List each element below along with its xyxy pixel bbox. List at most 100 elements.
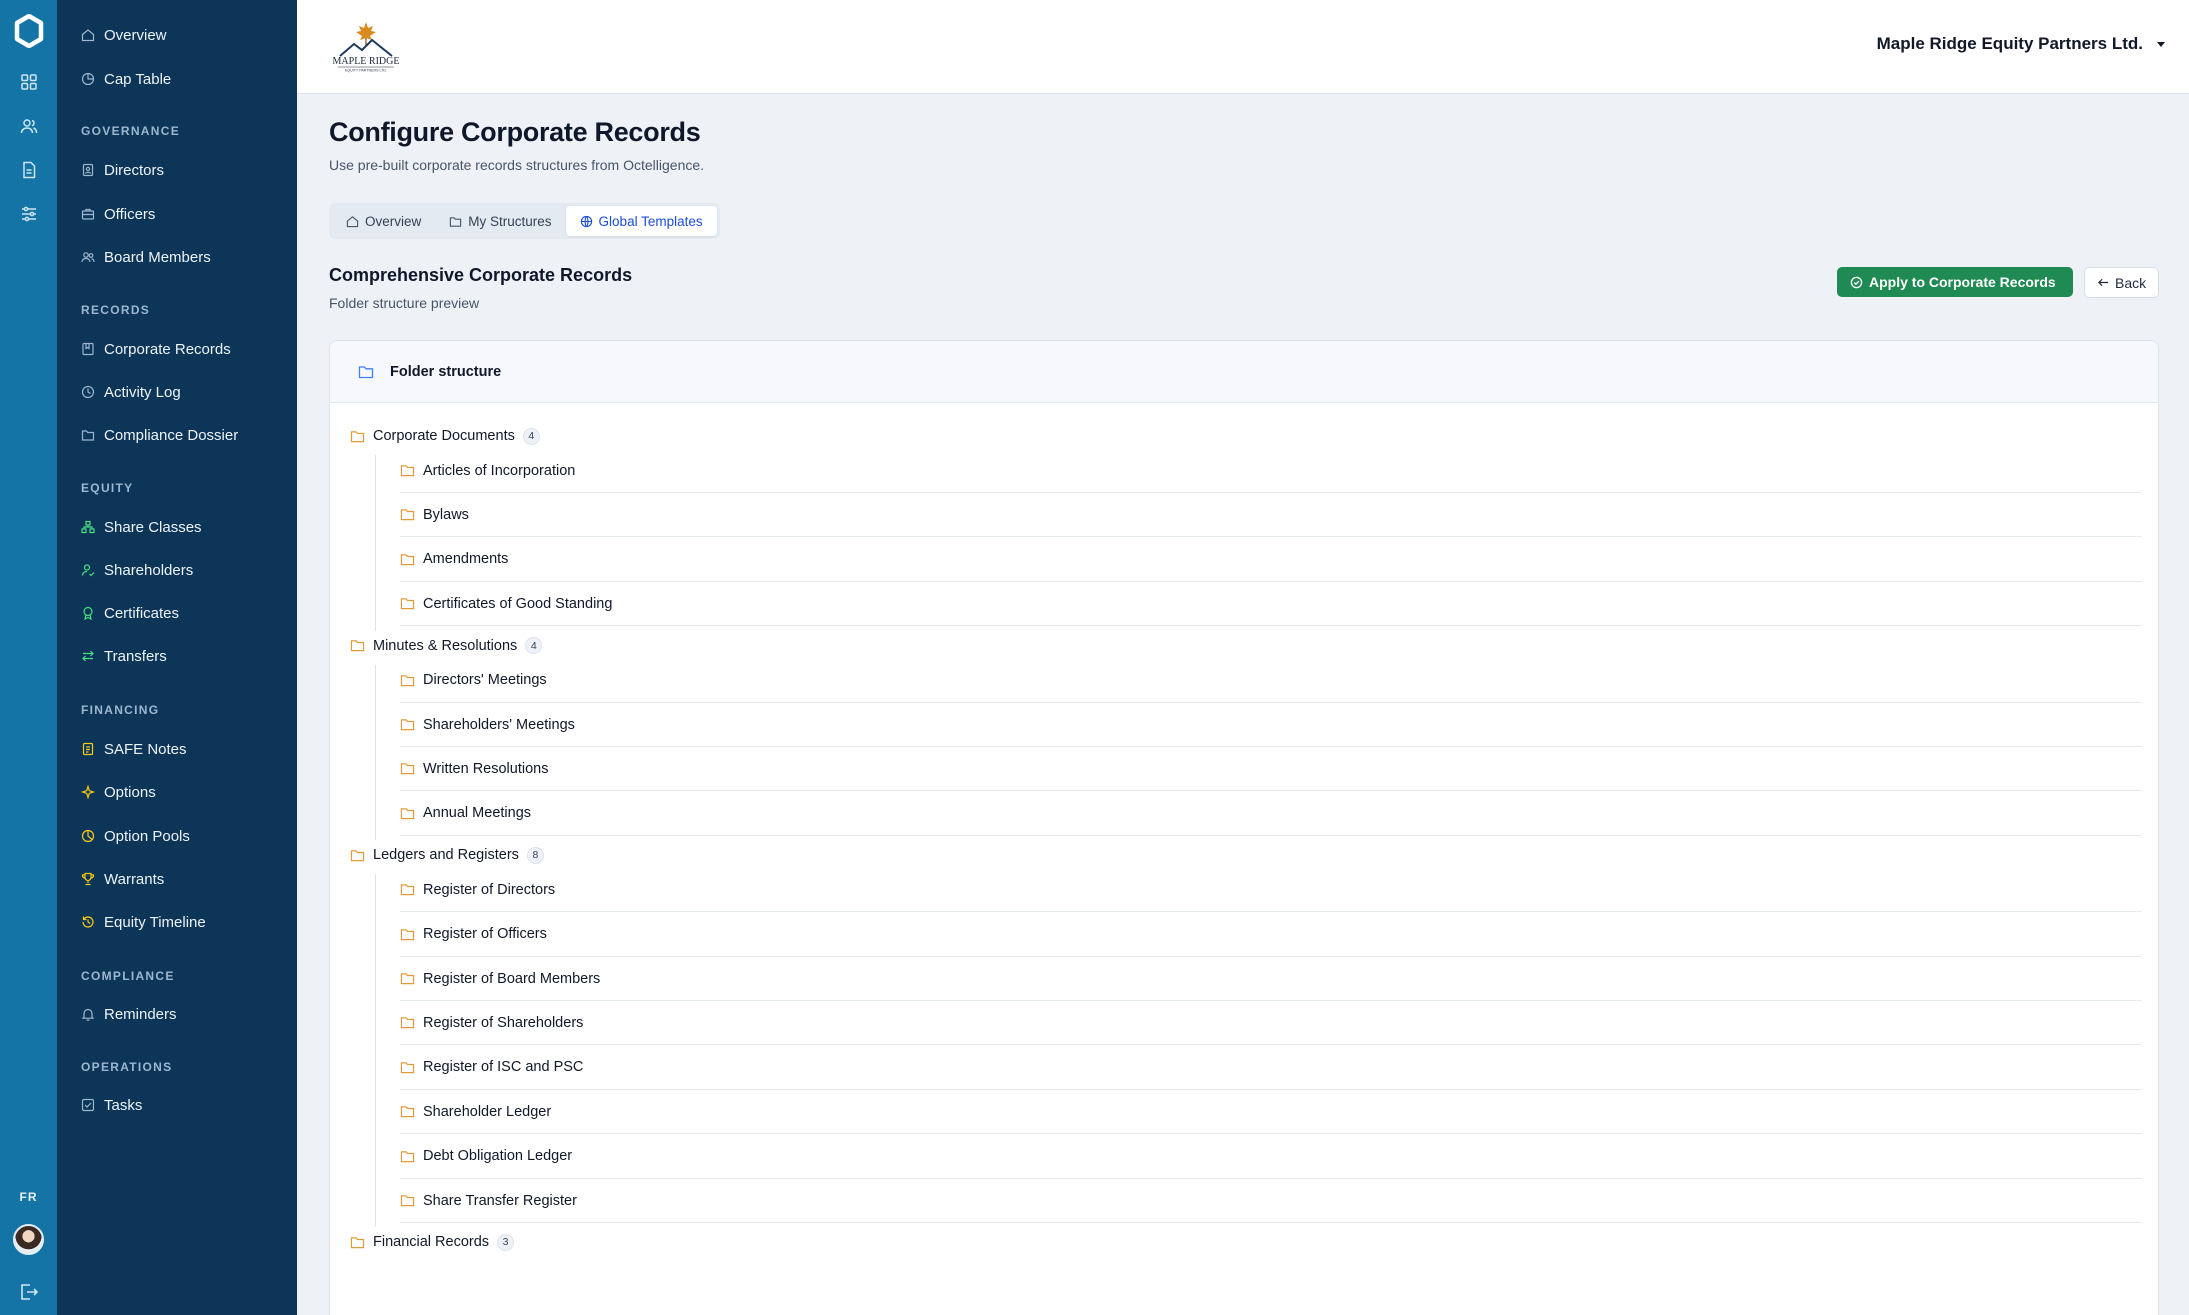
folder-icon <box>400 1017 415 1029</box>
sidebar-item-reminders[interactable]: Reminders <box>81 1002 177 1026</box>
folder-row[interactable]: Minutes & Resolutions 4 <box>350 635 543 657</box>
tab-global-templates[interactable]: Global Templates <box>565 206 717 236</box>
folder-icon <box>400 1106 415 1118</box>
folder-row[interactable]: Financial Records 3 <box>350 1231 515 1253</box>
check-circle-icon <box>1850 276 1863 288</box>
organization-name: Maple Ridge Equity Partners Ltd. <box>1876 34 2143 53</box>
sidebar-item-label: Overview <box>104 26 167 44</box>
avatar[interactable] <box>13 1224 44 1255</box>
sidebar-item-share-classes[interactable]: Share Classes <box>81 515 202 539</box>
sidebar-item-label: Compliance Dossier <box>104 426 239 444</box>
sidebar-item-certificates[interactable]: Certificates <box>81 601 179 625</box>
sparkle-icon <box>81 785 95 799</box>
subfolder-name: Shareholder Ledger <box>423 1103 552 1120</box>
history-icon <box>82 916 94 928</box>
subfolder-name: Shareholders' Meetings <box>423 716 575 733</box>
trophy-icon <box>81 872 95 886</box>
subfolder-row[interactable]: Debt Obligation Ledger <box>400 1135 2142 1179</box>
subfolder-row[interactable]: Register of Directors <box>400 868 2142 913</box>
card-header: Folder structure <box>330 341 2158 403</box>
user-check-icon <box>81 564 95 577</box>
folder-name: Corporate Documents <box>373 428 515 444</box>
subfolder-row[interactable]: Register of Board Members <box>400 957 2142 1001</box>
folder-row[interactable]: Ledgers and Registers 8 <box>350 844 544 866</box>
sidebar-item-shareholders[interactable]: Shareholders <box>81 558 193 582</box>
subfolder-row[interactable]: Share Transfer Register <box>400 1179 2142 1223</box>
sliders-icon <box>21 206 36 222</box>
apply-to-corporate-records-button[interactable]: Apply to Corporate Records <box>1837 267 2073 297</box>
pie-chart-icon <box>81 72 95 86</box>
folder-count-badge: 4 <box>525 637 543 655</box>
subfolder-row[interactable]: Register of Shareholders <box>400 1001 2142 1046</box>
subfolder-row[interactable]: Annual Meetings <box>400 792 2142 836</box>
sidebar-item-label: Directors <box>104 161 165 179</box>
language-switch[interactable]: FR <box>20 1190 38 1204</box>
subfolder-row[interactable]: Bylaws <box>400 493 2142 538</box>
subfolder-row[interactable]: Register of ISC and PSC <box>400 1046 2142 1090</box>
rail-documents-button[interactable] <box>15 156 43 184</box>
sidebar-item-directors[interactable]: Directors <box>81 158 164 182</box>
subfolder-name: Annual Meetings <box>423 805 532 822</box>
rail-settings-button[interactable] <box>15 200 43 228</box>
template-subtitle: Folder structure preview <box>329 295 480 311</box>
sidebar-item-overview[interactable]: Overview <box>81 23 167 47</box>
subfolder-row[interactable]: Certificates of Good Standing <box>400 582 2142 627</box>
sidebar-item-label: Shareholders <box>104 561 194 579</box>
sidebar-item-options[interactable]: Options <box>81 780 156 804</box>
subfolder-name: Register of Directors <box>423 881 556 898</box>
sidebar-item-tasks[interactable]: Tasks <box>81 1093 142 1117</box>
sidebar-item-board-members[interactable]: Board Members <box>81 245 211 269</box>
arrow-left-icon <box>2098 278 2109 287</box>
app-logo-icon[interactable] <box>14 14 44 48</box>
subfolder-name: Articles of Incorporation <box>423 462 576 479</box>
company-logo[interactable]: MAPLE RIDGE EQUITY PARTNERS LTD. <box>320 18 412 74</box>
folder-count-badge: 4 <box>522 427 540 445</box>
sidebar-item-cap-table[interactable]: Cap Table <box>81 67 171 91</box>
sidebar-item-activity-log[interactable]: Activity Log <box>81 380 181 404</box>
note-icon <box>82 742 94 756</box>
nav-section-financing: FINANCING <box>81 703 160 717</box>
subfolder-row[interactable]: Articles of Incorporation <box>400 449 2142 493</box>
sidebar-item-officers[interactable]: Officers <box>81 202 155 226</box>
folder-count-badge: 8 <box>526 846 544 864</box>
subfolder-row[interactable]: Shareholders' Meetings <box>400 703 2142 747</box>
tab-bar: Overview My Structures Global Templates <box>329 203 720 239</box>
sidebar-item-compliance-dossier[interactable]: Compliance Dossier <box>81 423 238 447</box>
sidebar-item-corporate-records[interactable]: Corporate Records <box>81 337 231 361</box>
main-content: Configure Corporate Records Use pre-buil… <box>297 95 2189 1315</box>
subfolder-row[interactable]: Register of Officers <box>400 913 2142 957</box>
back-button[interactable]: Back <box>2084 267 2160 298</box>
sidebar-item-equity-timeline[interactable]: Equity Timeline <box>81 910 206 934</box>
sidebar-item-safe-notes[interactable]: SAFE Notes <box>81 737 187 761</box>
briefcase-icon <box>81 208 95 220</box>
folder-icon <box>400 973 415 985</box>
subfolder-name: Register of ISC and PSC <box>423 1059 584 1076</box>
subfolder-row[interactable]: Directors' Meetings <box>400 659 2142 703</box>
hierarchy-icon <box>81 520 95 534</box>
sidebar-item-label: Corporate Records <box>104 340 231 358</box>
subfolder-row[interactable]: Shareholder Ledger <box>400 1090 2142 1135</box>
sidebar-item-option-pools[interactable]: Option Pools <box>81 824 190 848</box>
folder-row[interactable]: Corporate Documents 4 <box>350 425 540 447</box>
folder-icon <box>400 884 415 896</box>
folder-icon <box>400 554 415 566</box>
folder-icon <box>450 216 462 227</box>
sidebar-item-transfers[interactable]: Transfers <box>81 644 167 668</box>
folder-icon <box>400 465 415 477</box>
sidebar-item-warrants[interactable]: Warrants <box>81 867 164 891</box>
tab-overview[interactable]: Overview <box>332 206 435 236</box>
subfolder-row[interactable]: Amendments <box>400 538 2142 582</box>
rail-users-button[interactable] <box>15 112 43 140</box>
tab-my-structures[interactable]: My Structures <box>435 206 565 236</box>
rail-dashboard-button[interactable] <box>15 68 43 96</box>
logout-icon[interactable] <box>18 1281 40 1303</box>
folder-name: Ledgers and Registers <box>373 847 519 864</box>
home-icon <box>81 29 95 42</box>
folder-icon <box>400 1062 415 1074</box>
page-subtitle: Use pre-built corporate records structur… <box>329 157 705 173</box>
subfolder-name: Share Transfer Register <box>423 1192 577 1209</box>
subfolder-row[interactable]: Written Resolutions <box>400 747 2142 792</box>
organization-switcher[interactable]: Maple Ridge Equity Partners Ltd. <box>1877 34 2165 54</box>
sidebar-item-label: Certificates <box>104 604 180 622</box>
svg-text:MAPLE RIDGE: MAPLE RIDGE <box>333 56 400 67</box>
